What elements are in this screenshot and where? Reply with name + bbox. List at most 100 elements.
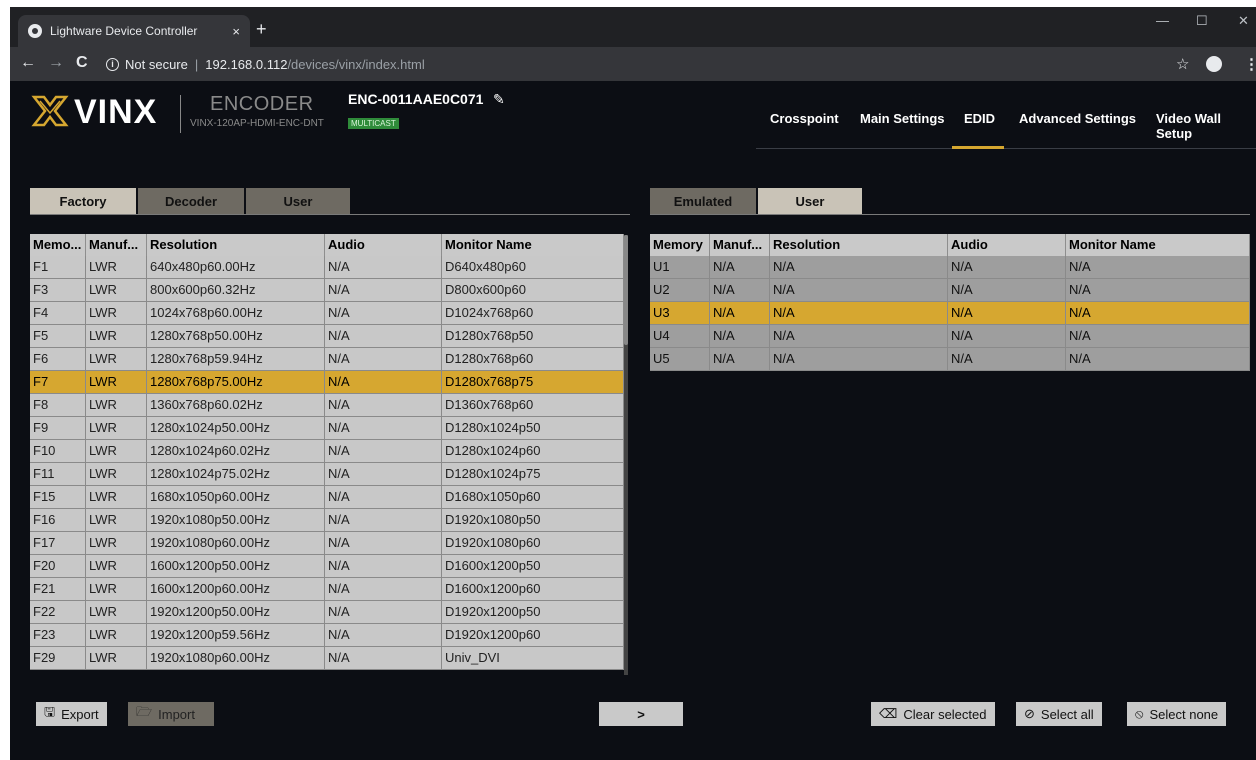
browser-menu-icon[interactable]: ⋮ [1244,55,1256,73]
table-row[interactable]: F11 LWR 1280x1024p75.02Hz N/A D1280x1024p75 [30,463,624,486]
select-all-button[interactable]: ⊘ Select all [1016,702,1102,726]
profile-icon[interactable] [1206,56,1222,72]
window-close-icon[interactable]: ✕ [1238,13,1249,29]
table-row[interactable]: F23 LWR 1920x1200p59.56Hz N/A D1920x1200p60 [30,624,624,647]
col-memory[interactable]: Memo... [30,234,86,256]
table-row[interactable]: F10 LWR 1280x1024p60.02Hz N/A D1280x1024p60 [30,440,624,463]
new-tab-button[interactable]: + [256,19,267,40]
table-row[interactable]: F16 LWR 1920x1080p50.00Hz N/A D1920x1080p50 [30,509,624,532]
table-cell: F6 [30,348,86,371]
tab-close-icon[interactable]: × [232,24,240,39]
col-audio[interactable]: Audio [325,234,442,256]
table-row[interactable]: F22 LWR 1920x1200p50.00Hz N/A D1920x1200p50 [30,601,624,624]
edit-pencil-icon[interactable]: ✎ [493,91,505,108]
minimize-icon[interactable]: — [1156,13,1169,28]
table-cell: N/A [325,371,442,394]
back-icon[interactable]: ← [20,54,36,72]
table-cell: D1360x768p60 [442,394,624,417]
table-row[interactable]: F8 LWR 1360x768p60.02Hz N/A D1360x768p60 [30,394,624,417]
tab-emulated[interactable]: Emulated [650,188,756,214]
forward-icon[interactable]: → [48,54,64,72]
reload-icon[interactable]: C [76,54,88,72]
table-cell: LWR [86,417,147,440]
col-monitor-name[interactable]: Monitor Name [1066,234,1250,256]
menu-main-settings[interactable]: Main Settings [860,111,945,126]
table-cell: F15 [30,486,86,509]
menu-video-wall-setup[interactable]: Video Wall Setup [1156,111,1256,141]
table-row[interactable]: U3 N/A N/A N/A N/A [650,302,1250,325]
eraser-icon: ⌫ [879,706,898,721]
table-cell: 1280x1024p50.00Hz [147,417,325,440]
tab-factory[interactable]: Factory [30,188,136,214]
table-cell: N/A [710,279,770,302]
browser-tab-title: Lightware Device Controller [50,24,198,38]
table-cell: F17 [30,532,86,555]
browser-tab[interactable]: Lightware Device Controller × [18,15,250,47]
scrollbar-thumb[interactable] [624,235,628,345]
table-row[interactable]: F17 LWR 1920x1080p60.00Hz N/A D1920x1080p60 [30,532,624,555]
col-manufacturer[interactable]: Manuf... [710,234,770,256]
export-button[interactable]: 🖫 Export [36,702,107,726]
table-cell: 1600x1200p50.00Hz [147,555,325,578]
table-row[interactable]: F7 LWR 1280x768p75.00Hz N/A D1280x768p75 [30,371,624,394]
table-row[interactable]: U1 N/A N/A N/A N/A [650,256,1250,279]
table-cell: N/A [325,394,442,417]
table-cell: U5 [650,348,710,371]
import-button[interactable]: 🗁 Import [128,702,214,726]
table-cell: N/A [325,348,442,371]
table-cell: LWR [86,302,147,325]
table-cell: D1680x1050p60 [442,486,624,509]
select-none-button[interactable]: ⦸ Select none [1127,702,1227,726]
table-cell: N/A [1066,325,1250,348]
col-memory[interactable]: Memory [650,234,710,256]
table-row[interactable]: F21 LWR 1600x1200p60.00Hz N/A D1600x1200p60 [30,578,624,601]
table-row[interactable]: U2 N/A N/A N/A N/A [650,279,1250,302]
menu-advanced-settings[interactable]: Advanced Settings [1019,111,1136,126]
info-icon[interactable]: i [106,57,119,71]
table-row[interactable]: F5 LWR 1280x768p50.00Hz N/A D1280x768p50 [30,325,624,348]
tab-user-right[interactable]: User [758,188,862,214]
url-field[interactable]: i Not secure | 192.168.0.112 /devices/vi… [106,52,1166,76]
table-cell: U1 [650,256,710,279]
table-row[interactable]: F20 LWR 1600x1200p50.00Hz N/A D1600x1200p50 [30,555,624,578]
table-row[interactable]: F4 LWR 1024x768p60.00Hz N/A D1024x768p60 [30,302,624,325]
table-cell: LWR [86,440,147,463]
left-table-scrollbar[interactable] [624,235,628,675]
table-row[interactable]: U4 N/A N/A N/A N/A [650,325,1250,348]
table-cell: D640x480p60 [442,256,624,279]
export-label: Export [61,706,99,722]
url-secure-label: Not secure [125,56,188,72]
table-row[interactable]: F15 LWR 1680x1050p60.00Hz N/A D1680x1050p60 [30,486,624,509]
table-cell: LWR [86,463,147,486]
table-row[interactable]: U5 N/A N/A N/A N/A [650,348,1250,371]
table-cell: N/A [948,302,1066,325]
menu-edid[interactable]: EDID [964,111,995,126]
col-audio[interactable]: Audio [948,234,1066,256]
import-label: Import [158,706,195,722]
clear-selected-button[interactable]: ⌫ Clear selected [871,702,995,726]
table-cell: 1024x768p60.00Hz [147,302,325,325]
table-row[interactable]: F9 LWR 1280x1024p50.00Hz N/A D1280x1024p50 [30,417,624,440]
col-manufacturer[interactable]: Manuf... [86,234,147,256]
bookmark-star-icon[interactable]: ☆ [1176,55,1189,73]
table-cell: N/A [770,256,948,279]
table-row[interactable]: F1 LWR 640x480p60.00Hz N/A D640x480p60 [30,256,624,279]
col-resolution[interactable]: Resolution [147,234,325,256]
table-cell: D1920x1200p60 [442,624,624,647]
table-row[interactable]: F29 LWR 1920x1080p60.00Hz N/A Univ_DVI [30,647,624,670]
col-resolution[interactable]: Resolution [770,234,948,256]
transfer-button[interactable]: > [599,702,683,726]
check-circle-icon: ⊘ [1024,706,1035,721]
left-tab-underline [30,214,630,215]
tab-decoder[interactable]: Decoder [138,188,244,214]
table-row[interactable]: F6 LWR 1280x768p59.94Hz N/A D1280x768p60 [30,348,624,371]
tab-user-left[interactable]: User [246,188,350,214]
table-row[interactable]: F3 LWR 800x600p60.32Hz N/A D800x600p60 [30,279,624,302]
menu-crosspoint[interactable]: Crosspoint [770,111,839,126]
maximize-icon[interactable]: ☐ [1196,13,1208,29]
select-none-label: Select none [1149,706,1219,722]
table-cell: N/A [325,463,442,486]
table-cell: F5 [30,325,86,348]
col-monitor-name[interactable]: Monitor Name [442,234,624,256]
table-cell: N/A [948,279,1066,302]
